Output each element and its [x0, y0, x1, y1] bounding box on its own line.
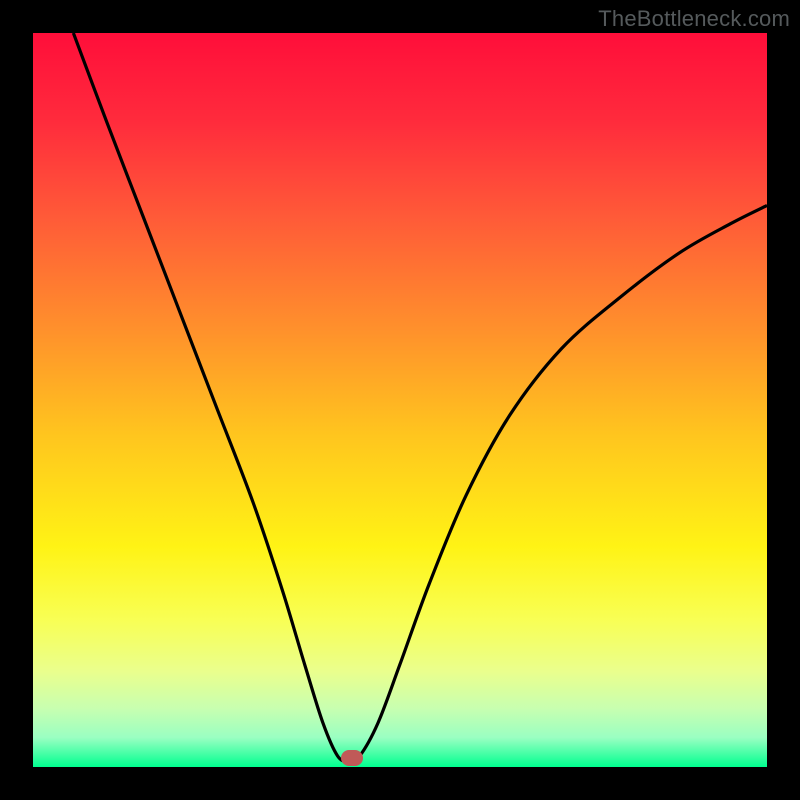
chart-frame: TheBottleneck.com	[0, 0, 800, 800]
optimal-point-marker	[341, 750, 363, 766]
watermark-text: TheBottleneck.com	[598, 6, 790, 32]
curve-layer	[33, 33, 767, 767]
bottleneck-curve	[73, 33, 767, 761]
plot-area	[33, 33, 767, 767]
